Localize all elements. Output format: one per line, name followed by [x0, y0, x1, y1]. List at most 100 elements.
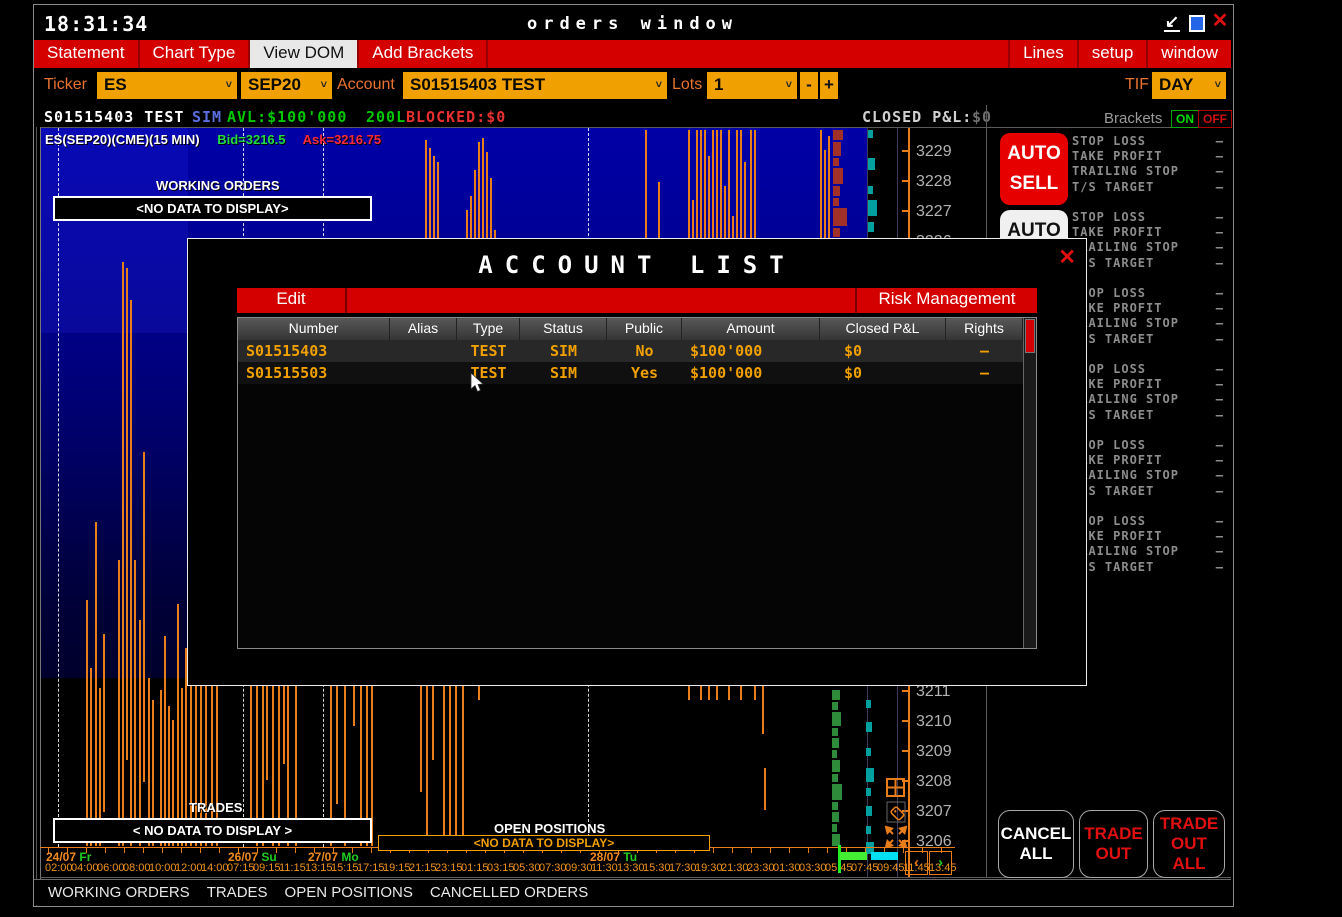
open-positions-empty: <NO DATA TO DISPLAY>: [378, 835, 710, 851]
chart-symbol-line: ES(SEP20)(CME)(15 MIN) Bid=3216.5 Ask=32…: [45, 132, 395, 147]
brackets-off-button[interactable]: OFF: [1198, 110, 1232, 128]
time-label: 03:30: [799, 862, 827, 874]
bracket-row-value: –: [1216, 210, 1224, 224]
close-icon[interactable]: ✕: [1210, 12, 1230, 32]
bracket-row-value: –: [1216, 438, 1224, 452]
window-title: orders window: [527, 14, 738, 34]
scroll-right-button[interactable]: ›: [929, 851, 952, 875]
bracket-row: TAKE PROFIT–: [1072, 301, 1224, 315]
table-scrollbar[interactable]: [1023, 318, 1036, 648]
tab-risk-management[interactable]: Risk Management: [855, 288, 1037, 313]
bracket-row: TAKE PROFIT–: [1072, 453, 1224, 467]
chevron-down-icon: ˅: [1215, 79, 1221, 91]
dialog-close-icon[interactable]: ✕: [1058, 245, 1076, 270]
price-label: 3228: [916, 173, 952, 191]
bottom-tab-cancelled-orders[interactable]: CANCELLED ORDERS: [430, 884, 588, 901]
cancel-all-line: ALL: [999, 844, 1073, 864]
bottom-tab-trades[interactable]: TRADES: [207, 884, 268, 901]
chart-bar: [764, 768, 766, 810]
auto-sell-button[interactable]: AUTOSELL: [1000, 133, 1068, 205]
bracket-row: STOP LOSS–: [1072, 134, 1224, 148]
cancel-all-line: CANCEL: [999, 824, 1073, 844]
table-cell: [390, 340, 457, 362]
account-list-dialog: ACCOUNT LIST ✕ Edit Risk Management Numb…: [187, 238, 1087, 686]
bottom-tab-open-positions[interactable]: OPEN POSITIONS: [285, 884, 413, 901]
bid-value: Bid=3216.5: [217, 132, 285, 147]
bracket-row-value: –: [1216, 316, 1224, 330]
axis-tick: [124, 848, 125, 853]
bracket-row-label: STOP LOSS: [1072, 210, 1146, 224]
time-label: 19:15: [383, 862, 411, 874]
bracket-row-label: TRAILING STOP: [1072, 544, 1179, 558]
lots-minus-button[interactable]: -: [800, 72, 818, 99]
bracket-row-value: –: [1216, 180, 1224, 194]
brackets-on-button[interactable]: ON: [1171, 110, 1199, 128]
expand-tool-icon[interactable]: [884, 825, 908, 854]
table-cell: S01515503: [238, 362, 390, 384]
lots-select[interactable]: 1˅: [707, 72, 797, 99]
dom-cell: [832, 774, 838, 782]
menu-item-lines[interactable]: Lines: [1008, 40, 1077, 68]
menu-item-chart-type[interactable]: Chart Type: [140, 40, 251, 68]
time-label: 05:30: [513, 862, 541, 874]
chart-bar: [95, 522, 97, 846]
bracket-row: T/S TARGET–: [1072, 484, 1224, 498]
time-label: 02:00: [45, 862, 73, 874]
trade-out-line: OUT: [1080, 844, 1147, 864]
dom-cell: [833, 186, 840, 196]
lots-plus-button[interactable]: +: [820, 72, 838, 99]
bracket-row: T/S TARGET–: [1072, 332, 1224, 346]
dom-cell: [868, 186, 873, 194]
axis-tick: [751, 848, 752, 853]
trade-out-button[interactable]: TRADEOUT: [1079, 810, 1148, 878]
expiry-select[interactable]: SEP20˅: [241, 72, 332, 99]
table-row[interactable]: S01515503TESTSIMYes$100'000$0–: [238, 362, 1036, 384]
bracket-row-value: –: [1216, 332, 1224, 346]
mouse-cursor: [470, 372, 486, 399]
trade-out-all-line: OUT: [1154, 834, 1224, 854]
menu-item-window[interactable]: window: [1146, 40, 1231, 68]
trade-out-all-button[interactable]: TRADEOUTALL: [1153, 810, 1225, 878]
ticker-select[interactable]: ES˅: [97, 72, 237, 99]
trade-out-all-line: ALL: [1154, 854, 1224, 874]
chevron-down-icon: ˅: [226, 79, 232, 91]
time-label: 21:15: [409, 862, 437, 874]
table-cell: –: [946, 362, 1023, 384]
bracket-row-value: –: [1216, 377, 1224, 391]
table-row[interactable]: S01515403TESTSIMNo$100'000$0–: [238, 340, 1036, 362]
account-select[interactable]: S01515403 TEST˅: [403, 72, 667, 99]
brackets-label: Brackets: [1104, 110, 1162, 127]
maximize-icon[interactable]: [1186, 12, 1206, 32]
cancel-all-button[interactable]: CANCELALL: [998, 810, 1074, 878]
table-header-cell: Type: [457, 318, 520, 340]
dom-cell: [868, 130, 873, 138]
chevron-down-icon: ˅: [321, 79, 327, 91]
tab-edit[interactable]: Edit: [237, 288, 347, 313]
tag-tool-icon[interactable]: [886, 801, 906, 828]
table-cell: TEST: [457, 362, 520, 384]
grid-tool-icon[interactable]: [886, 778, 906, 803]
bracket-row: TRAILING STOP–: [1072, 468, 1224, 482]
scrollbar-thumb[interactable]: [1025, 319, 1035, 353]
menu-item-add-brackets[interactable]: Add Brackets: [359, 40, 488, 68]
menu-item-setup[interactable]: setup: [1077, 40, 1147, 68]
bracket-row-value: –: [1216, 408, 1224, 422]
bracket-row-value: –: [1216, 134, 1224, 148]
price-label: 3210: [916, 713, 952, 731]
menu-item-statement[interactable]: Statement: [34, 40, 140, 68]
dom-cell: [866, 788, 871, 796]
menu-item-view-dom[interactable]: View DOM: [250, 40, 359, 68]
tif-select[interactable]: DAY˅: [1152, 72, 1226, 99]
time-label: 08:00: [123, 862, 151, 874]
scroll-left-button[interactable]: ‹: [905, 851, 928, 875]
bracket-row: STOP LOSS–: [1072, 514, 1224, 528]
bottom-tab-working-orders[interactable]: WORKING ORDERS: [48, 884, 190, 901]
dom-cell: [866, 700, 871, 708]
dom-cell: [868, 158, 875, 170]
chart-bar: [103, 634, 105, 812]
axis-tick: [295, 848, 296, 853]
table-header-row: NumberAliasTypeStatusPublicAmountClosed …: [238, 318, 1036, 340]
time-label: 07:15: [227, 862, 255, 874]
minimize-icon[interactable]: ↙: [1162, 12, 1182, 32]
time-label: 12:00: [175, 862, 203, 874]
